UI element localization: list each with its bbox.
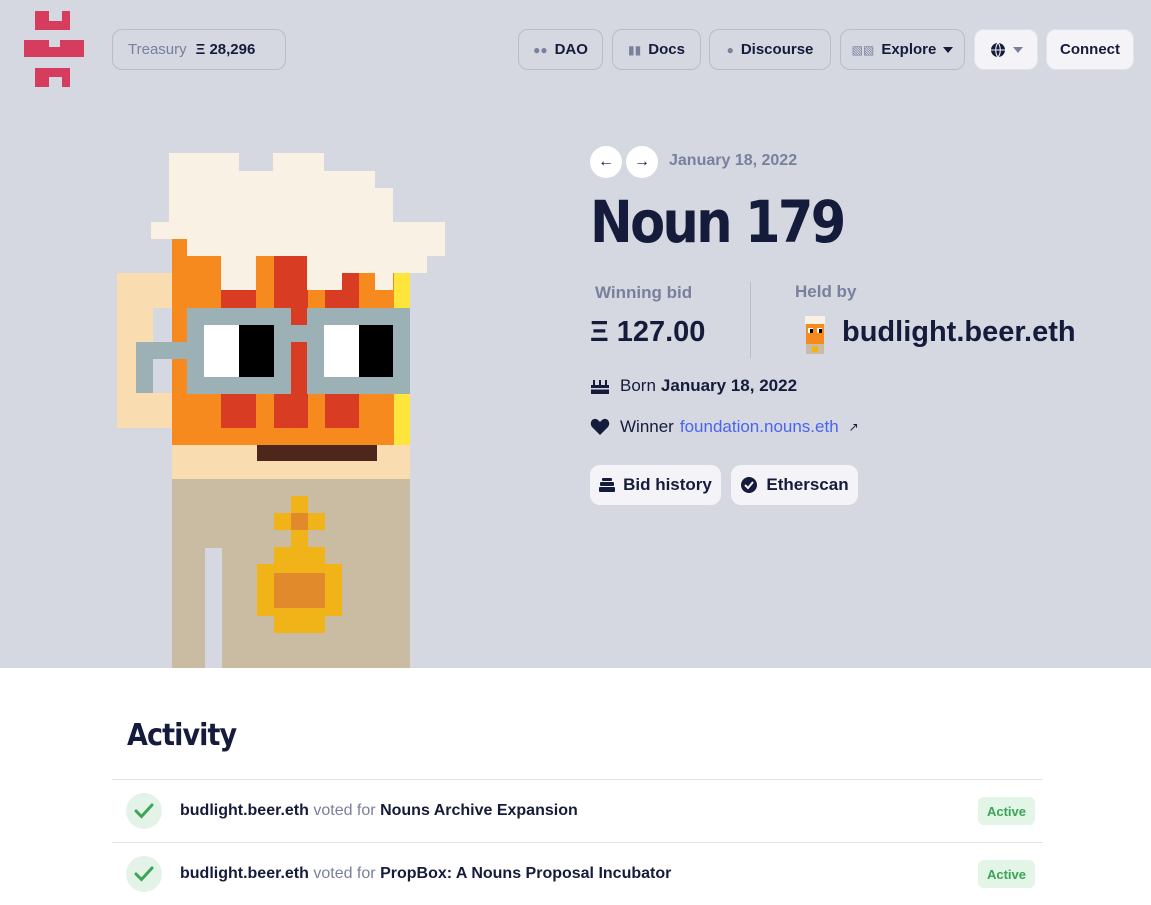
holder-link[interactable]: budlight.beer.eth bbox=[842, 316, 1076, 349]
language-button[interactable] bbox=[974, 29, 1038, 70]
status-badge: Active bbox=[977, 797, 1035, 825]
dao-label: DAO bbox=[554, 41, 588, 58]
discourse-button[interactable]: ● Discourse bbox=[709, 29, 831, 70]
proposal-name[interactable]: PropBox: A Nouns Proposal Incubator bbox=[380, 865, 671, 882]
explore-button[interactable]: ▧▧ Explore bbox=[840, 29, 965, 70]
proposal-name[interactable]: Nouns Archive Expansion bbox=[380, 802, 578, 819]
check-icon bbox=[126, 856, 162, 892]
etherscan-label: Etherscan bbox=[766, 475, 849, 494]
chevron-down-icon bbox=[943, 46, 954, 53]
activity-text: budlight.beer.eth voted for Nouns Archiv… bbox=[180, 802, 578, 820]
born-date: January 18, 2022 bbox=[660, 376, 798, 395]
activity-text: budlight.beer.eth voted for PropBox: A N… bbox=[180, 865, 671, 883]
bid-history-label: Bid history bbox=[623, 475, 712, 494]
etherscan-button[interactable]: Etherscan bbox=[731, 465, 858, 505]
navbar: Treasury Ξ 28,296 ●● DAO ▮▮ Docs ● Disco… bbox=[0, 0, 1151, 100]
arrow-left-icon: ← bbox=[598, 153, 614, 170]
explore-label: Explore bbox=[881, 41, 937, 58]
winner-row: Winner foundation.nouns.eth ↗ bbox=[590, 417, 859, 437]
auction-date: January 18, 2022 bbox=[669, 152, 798, 169]
book-icon: ▮▮ bbox=[628, 42, 642, 57]
connect-label: Connect bbox=[1060, 41, 1120, 58]
bid-history-button[interactable]: Bid history bbox=[590, 465, 721, 505]
docs-label: Docs bbox=[648, 41, 685, 58]
activity-title: Activity bbox=[127, 718, 237, 753]
vote-action: voted for bbox=[313, 802, 376, 819]
hero-section: Treasury Ξ 28,296 ●● DAO ▮▮ Docs ● Disco… bbox=[0, 0, 1151, 668]
next-noun-button[interactable]: → bbox=[626, 146, 658, 178]
discourse-label: Discourse bbox=[740, 41, 814, 58]
divider bbox=[750, 282, 751, 358]
voter-name[interactable]: budlight.beer.eth bbox=[180, 802, 309, 819]
noun-image bbox=[117, 153, 445, 668]
globe-icon bbox=[990, 42, 1005, 57]
prev-noun-button[interactable]: ← bbox=[590, 146, 622, 178]
activity-row[interactable]: budlight.beer.eth voted for PropBox: A N… bbox=[112, 842, 1043, 905]
dao-button[interactable]: ●● DAO bbox=[518, 29, 603, 70]
explore-icon: ▧▧ bbox=[851, 42, 875, 57]
winning-bid-label: Winning bid bbox=[595, 283, 693, 302]
holder-avatar[interactable] bbox=[803, 316, 827, 354]
chevron-down-icon bbox=[1012, 46, 1023, 53]
born-label: Born bbox=[620, 376, 656, 395]
treasury-label: Treasury bbox=[128, 41, 187, 58]
chat-icon: ● bbox=[726, 42, 734, 57]
born-row: Born January 18, 2022 bbox=[590, 376, 797, 396]
treasury-badge[interactable]: Treasury Ξ 28,296 bbox=[112, 29, 286, 70]
status-badge: Active bbox=[977, 860, 1035, 888]
connect-button[interactable]: Connect bbox=[1046, 29, 1134, 70]
winner-label: Winner bbox=[620, 417, 674, 436]
external-link-icon[interactable]: ↗ bbox=[849, 420, 859, 434]
cake-icon bbox=[591, 380, 609, 394]
arrow-right-icon: → bbox=[634, 153, 650, 170]
check-icon bbox=[126, 793, 162, 829]
activity-row[interactable]: budlight.beer.eth voted for Nouns Archiv… bbox=[112, 779, 1043, 842]
users-icon: ●● bbox=[533, 42, 548, 57]
held-by-label: Held by bbox=[795, 282, 857, 301]
winner-link[interactable]: foundation.nouns.eth bbox=[680, 417, 839, 437]
noun-title: Noun 179 bbox=[590, 188, 846, 256]
vote-action: voted for bbox=[313, 865, 376, 882]
nouns-logo-icon[interactable] bbox=[24, 11, 84, 87]
winning-bid-value: Ξ 127.00 bbox=[590, 316, 706, 348]
heart-icon bbox=[590, 418, 610, 435]
treasury-value: Ξ 28,296 bbox=[195, 41, 256, 58]
stack-icon bbox=[599, 478, 616, 492]
docs-button[interactable]: ▮▮ Docs bbox=[612, 29, 701, 70]
voter-name[interactable]: budlight.beer.eth bbox=[180, 865, 309, 882]
check-badge-icon bbox=[741, 477, 758, 493]
